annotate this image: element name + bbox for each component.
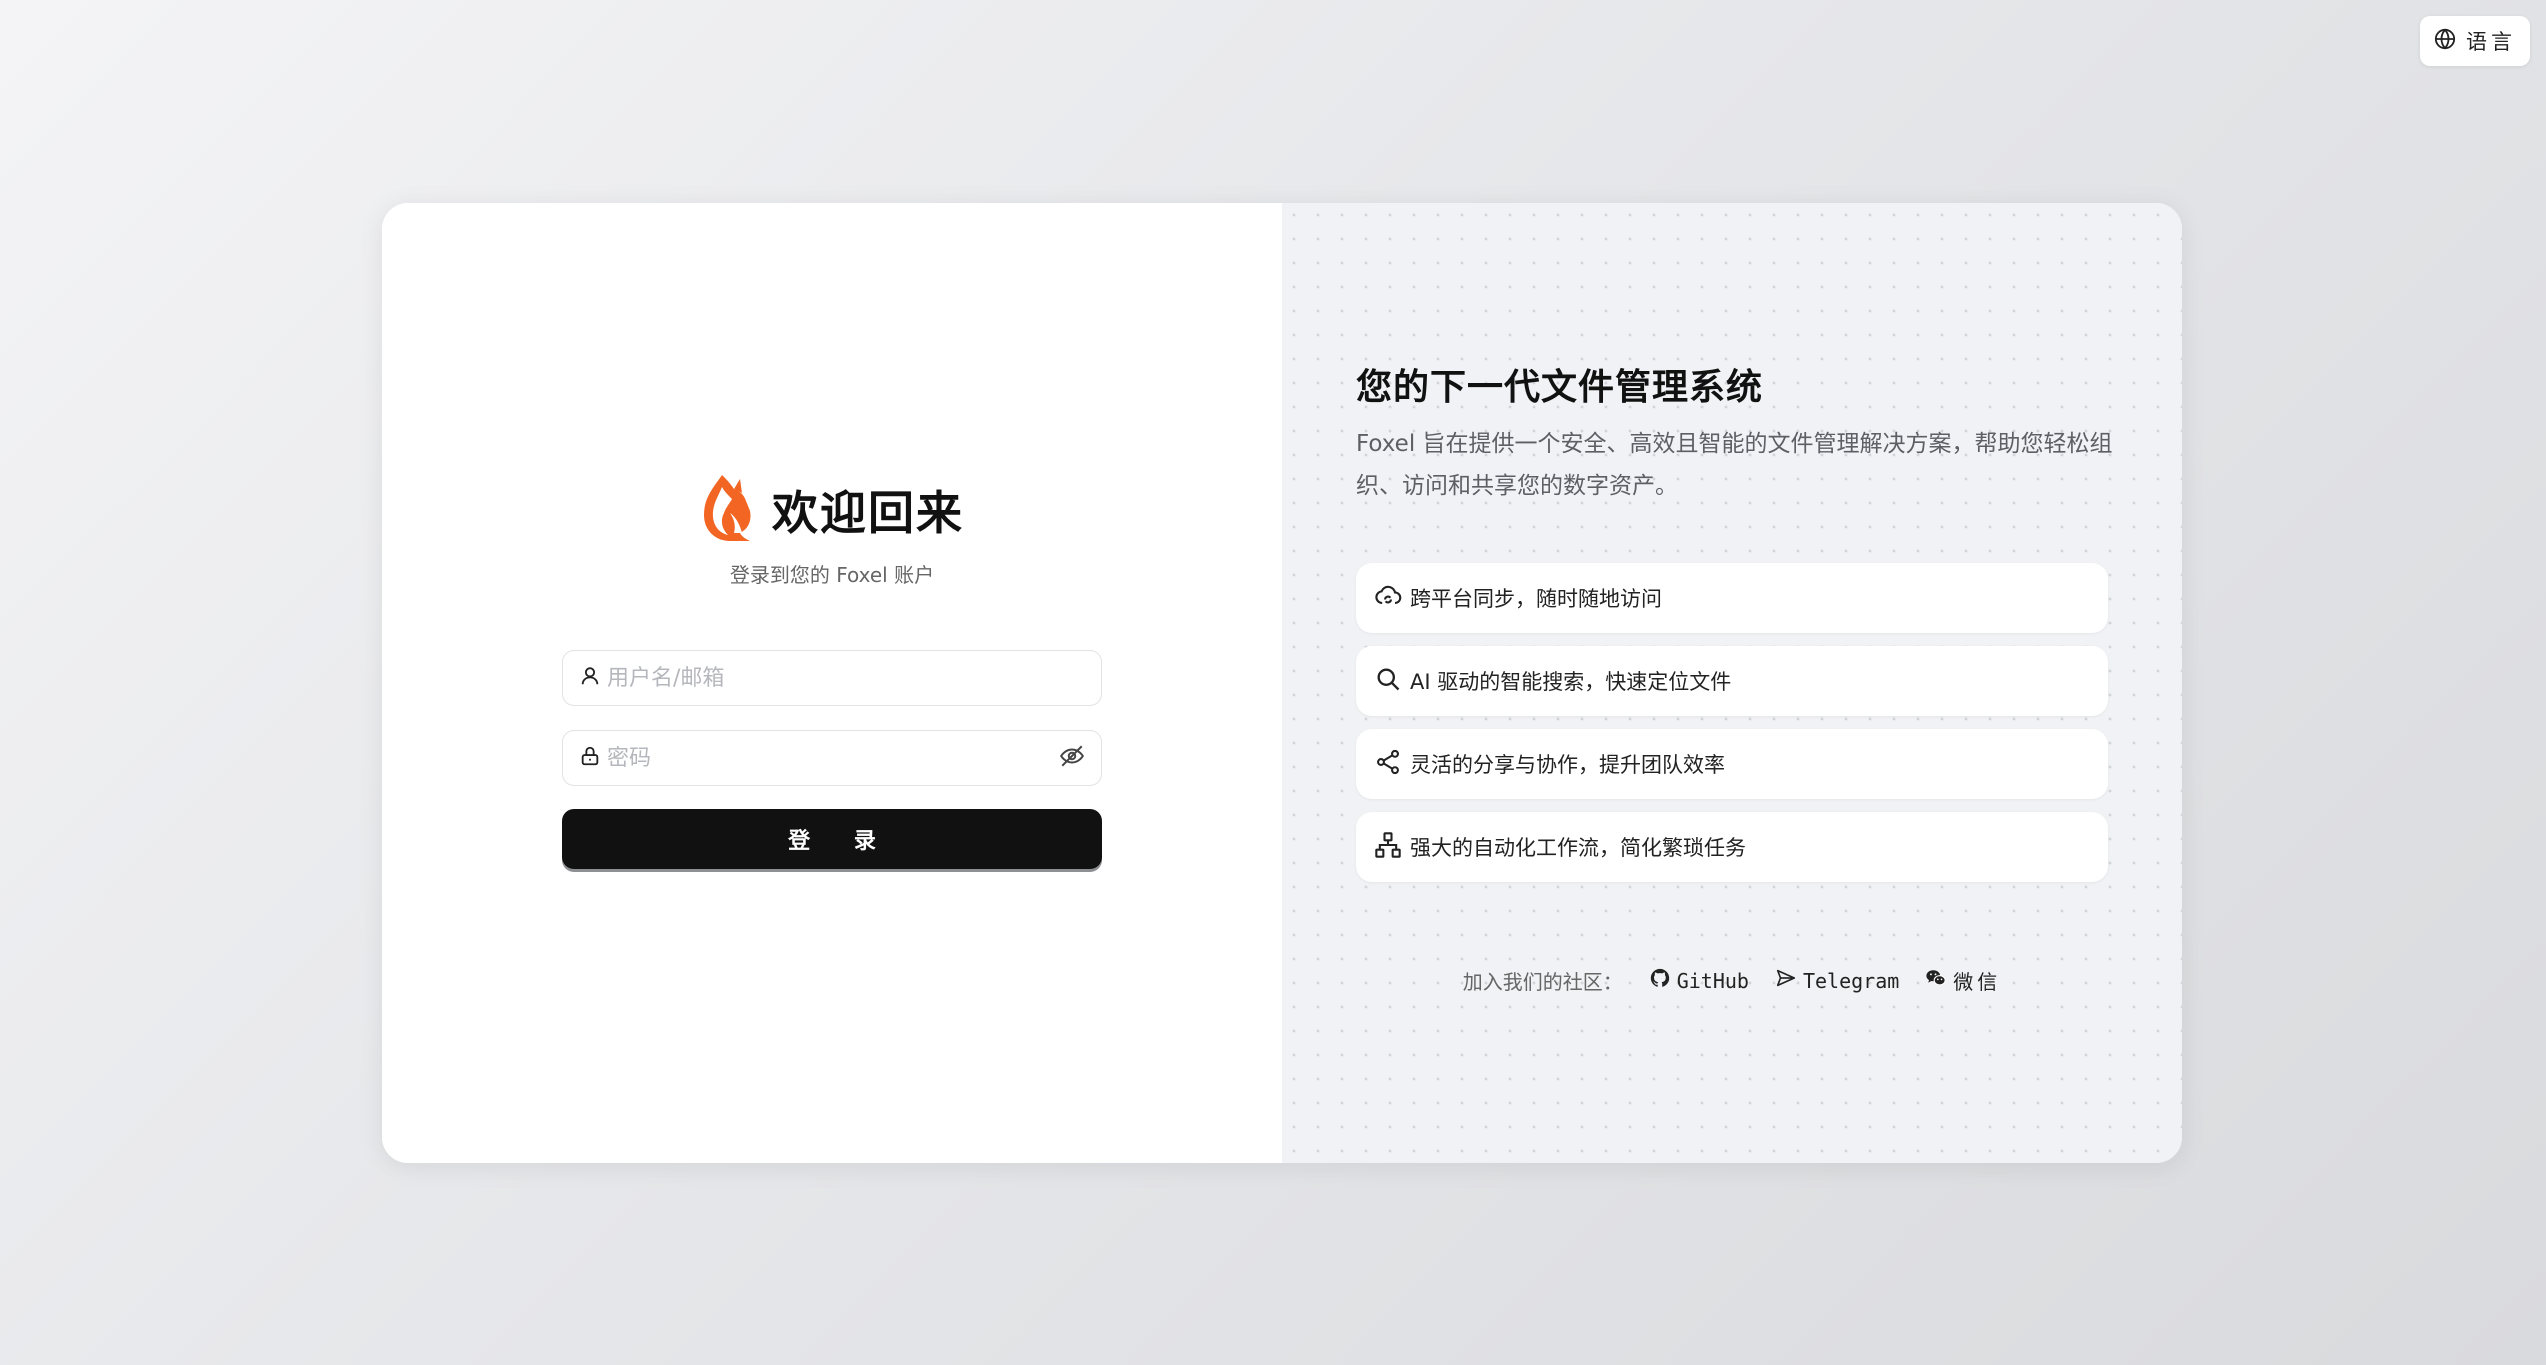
password-input[interactable] <box>607 745 1053 771</box>
github-link[interactable]: GitHub <box>1649 967 1749 994</box>
share-icon <box>1374 748 1410 781</box>
telegram-link[interactable]: Telegram <box>1775 967 1899 994</box>
promo-title: 您的下一代文件管理系统 <box>1356 367 1764 408</box>
github-icon <box>1649 967 1671 994</box>
telegram-icon <box>1775 967 1797 994</box>
language-button[interactable]: 语言 <box>2420 16 2530 66</box>
feature-item: 跨平台同步，随时随地访问 <box>1356 563 2108 633</box>
lock-icon <box>579 745 607 771</box>
community-links: 加入我们的社区： GitHub Telegram 微信 <box>1282 966 2182 995</box>
telegram-label: Telegram <box>1802 968 1900 993</box>
community-label: 加入我们的社区： <box>1462 970 1623 994</box>
search-icon <box>1374 665 1410 698</box>
cloud-sync-icon <box>1374 582 1410 615</box>
page-title: 欢迎回来 <box>772 486 964 540</box>
globe-icon <box>2434 27 2456 55</box>
wechat-icon <box>1925 967 1947 994</box>
username-input[interactable] <box>607 665 1085 691</box>
wechat-label: 微信 <box>1953 970 2002 994</box>
promo-panel: 您的下一代文件管理系统 Foxel 旨在提供一个安全、高效且智能的文件管理解决方… <box>1282 203 2182 1163</box>
feature-label: 强大的自动化工作流，简化繁琐任务 <box>1410 836 1746 860</box>
login-subtitle: 登录到您的 Foxel 账户 <box>729 563 935 587</box>
github-label: GitHub <box>1676 968 1749 993</box>
feature-item: AI 驱动的智能搜索，快速定位文件 <box>1356 646 2108 716</box>
language-label: 语言 <box>2466 30 2516 54</box>
feature-item: 强大的自动化工作流，简化繁琐任务 <box>1356 812 2108 882</box>
login-card: 欢迎回来 登录到您的 Foxel 账户 用户名/邮箱 登 录 您的下一代文件管理… <box>382 203 2182 1163</box>
brand-header: 欢迎回来 <box>382 473 1282 547</box>
password-field[interactable] <box>562 730 1102 786</box>
fox-logo <box>700 473 754 547</box>
username-field[interactable] <box>562 650 1102 706</box>
wechat-link[interactable]: 微信 <box>1925 966 2001 995</box>
login-button[interactable]: 登 录 <box>562 809 1102 869</box>
login-panel: 欢迎回来 登录到您的 Foxel 账户 用户名/邮箱 登 录 <box>382 203 1282 1163</box>
workflow-icon <box>1374 831 1410 864</box>
feature-label: 跨平台同步，随时随地访问 <box>1410 587 1662 611</box>
feature-label: AI 驱动的智能搜索，快速定位文件 <box>1410 670 1732 694</box>
user-icon <box>579 665 607 691</box>
feature-label: 灵活的分享与协作，提升团队效率 <box>1410 753 1725 777</box>
eye-off-icon[interactable] <box>1053 743 1085 773</box>
feature-item: 灵活的分享与协作，提升团队效率 <box>1356 729 2108 799</box>
promo-description: Foxel 旨在提供一个安全、高效且智能的文件管理解决方案，帮助您轻松组织、访问… <box>1356 431 2113 499</box>
